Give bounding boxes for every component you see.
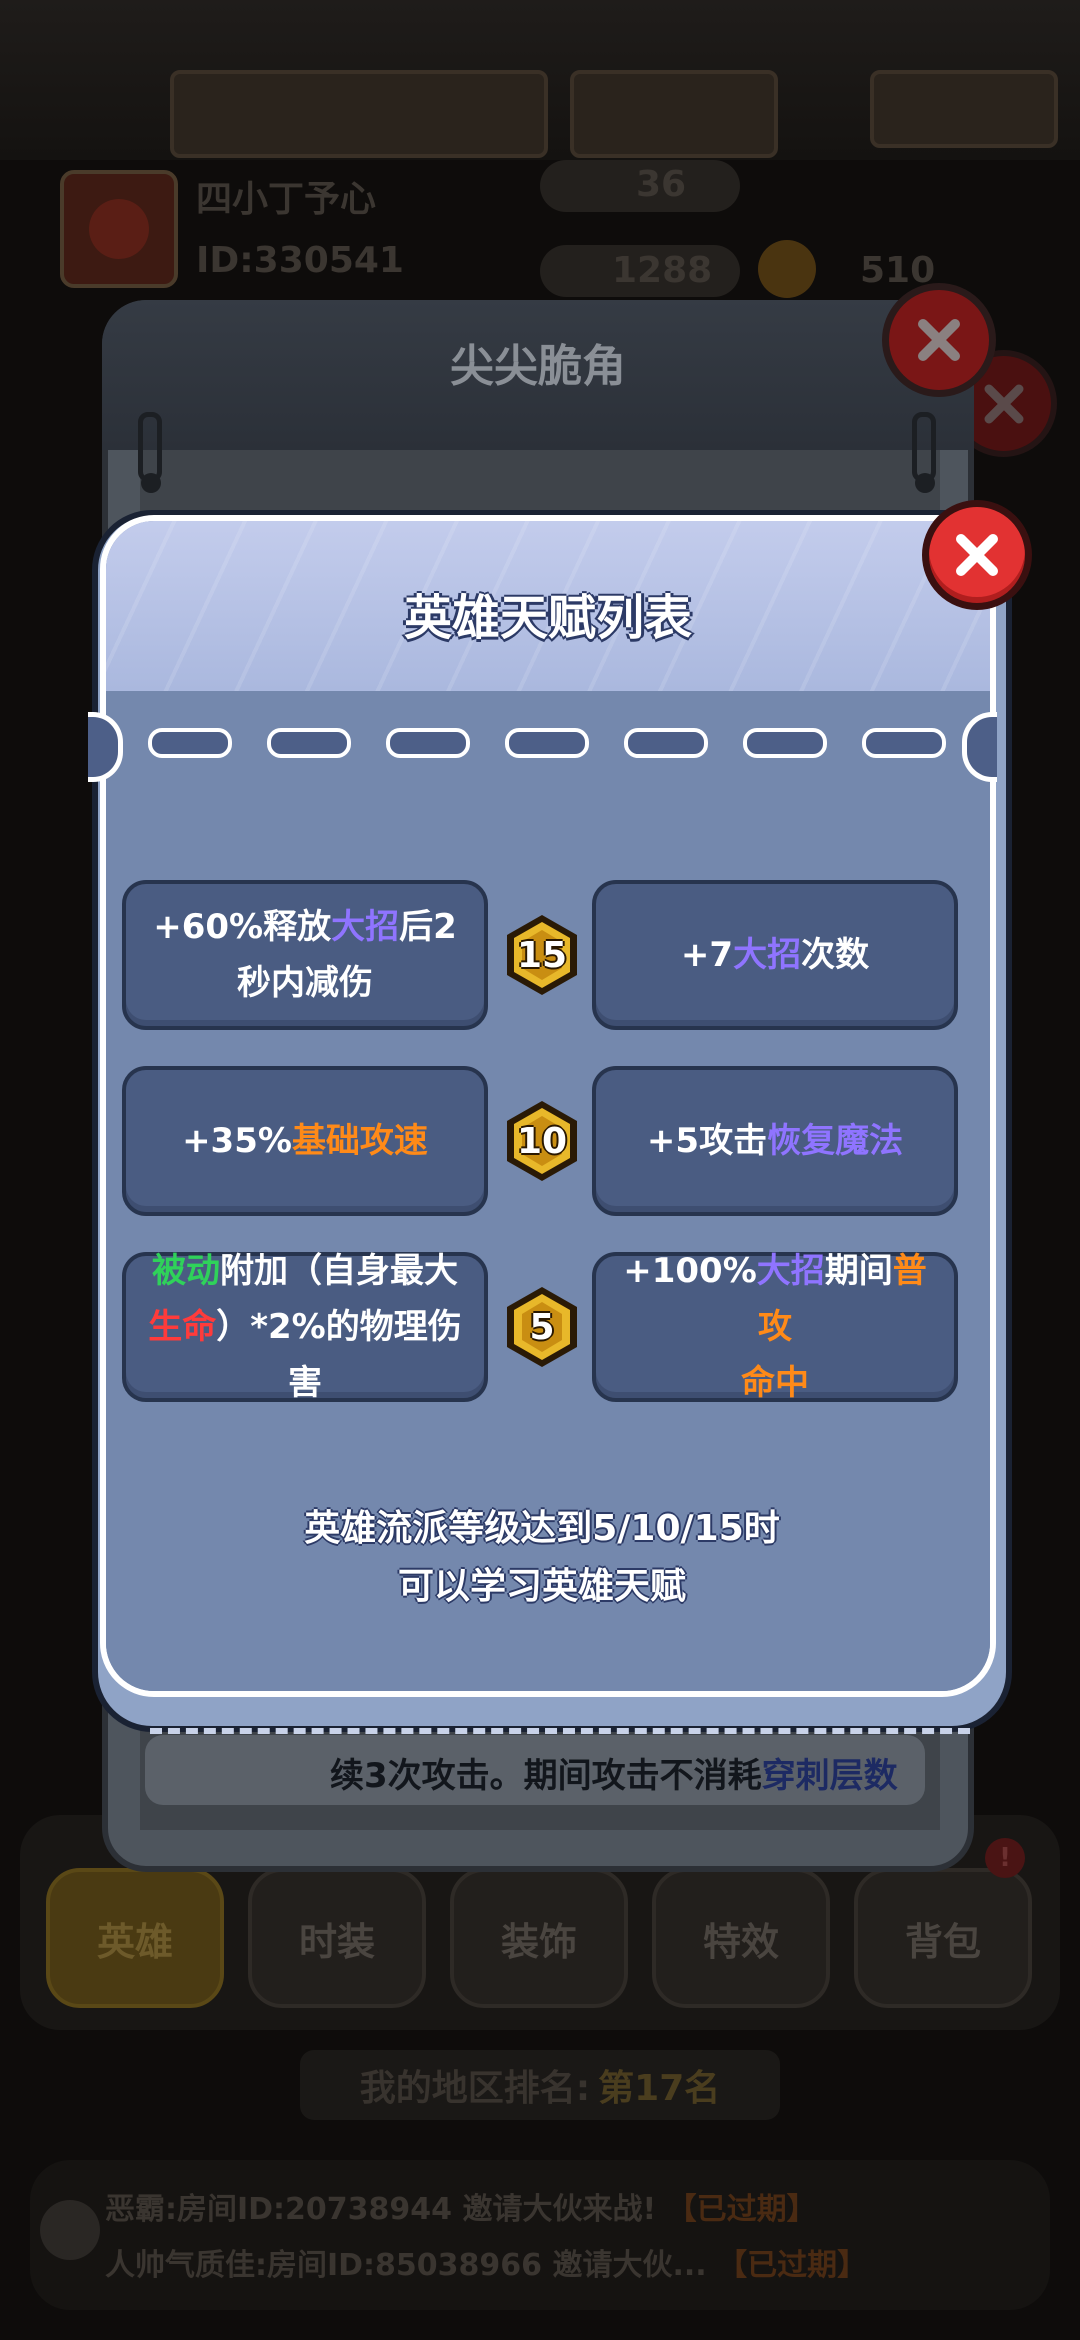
region-rank: 我的地区排名: 第17名 xyxy=(300,2050,780,2120)
skill-detail-title: 尖尖脆角 xyxy=(450,341,626,392)
stitch-decoration xyxy=(148,728,232,758)
level-badge-label: 15 xyxy=(516,934,568,976)
stitch-decoration xyxy=(624,728,708,758)
stitch-decoration xyxy=(862,728,946,758)
talent-text: +5攻击恢复魔法 xyxy=(646,1121,904,1161)
stitch-decoration xyxy=(386,728,470,758)
chat-message: 恶霸:房间ID:20738944 邀请大伙来战! 【已过期】 xyxy=(105,2184,817,2228)
level-value: 36 xyxy=(636,164,687,205)
skill-snippet-text: 续3次攻击。期间攻击不消耗 xyxy=(330,1756,762,1796)
talent-modal-close-button[interactable] xyxy=(922,500,1032,610)
talent-text: +7大招次数 xyxy=(680,935,870,975)
chat-message-status: 【已过期】 xyxy=(666,2192,817,2227)
gem-count: 1288 xyxy=(612,250,713,291)
chat-message-text: 恶霸:房间ID:20738944 邀请大伙来战! xyxy=(105,2192,657,2227)
ring-icon xyxy=(138,412,162,493)
ring-icon xyxy=(912,412,936,493)
tab-decoration[interactable]: 装饰 xyxy=(450,1868,628,2008)
rank-sign xyxy=(570,70,778,158)
event-sign xyxy=(170,70,548,158)
chat-message-text: 人帅气质佳:房间ID:85038966 邀请大伙... xyxy=(105,2248,707,2283)
skill-detail-close-button[interactable] xyxy=(882,283,996,397)
talent-option-5-left[interactable]: 被动附加（自身最大 生命）*2%的物理伤 害 xyxy=(122,1251,488,1403)
talent-modal-title: 英雄天赋列表 xyxy=(403,590,692,646)
level-badge-15: 15 xyxy=(504,912,580,998)
skill-detail-snippet: 续3次攻击。期间攻击不消耗穿刺层数 xyxy=(330,1748,898,1797)
tab-fashion[interactable]: 时装 xyxy=(248,1868,426,2008)
close-icon xyxy=(956,534,998,576)
talent-option-15-left[interactable]: +60%释放大招后2 秒内减伤 xyxy=(122,880,488,1030)
talent-text: 被动附加（自身最大 生命）*2%的物理伤 害 xyxy=(148,1251,462,1403)
tab-effects[interactable]: 特效 xyxy=(652,1868,830,2008)
skill-snippet-keyword: 穿刺层数 xyxy=(761,1756,898,1796)
level-badge-10: 10 xyxy=(504,1098,580,1184)
tab-backpack[interactable]: 背包 xyxy=(854,1868,1032,2008)
talent-option-10-right[interactable]: +5攻击恢复魔法 xyxy=(592,1066,958,1216)
stitch-decoration xyxy=(267,728,351,758)
level-badge-label: 5 xyxy=(529,1306,555,1348)
description-line-1: 英雄流派等级达到5/10/15时 xyxy=(304,1508,780,1549)
chat-panel[interactable] xyxy=(30,2160,1050,2310)
player-name: 四小丁予心 xyxy=(196,179,377,220)
tab-hero[interactable]: 英雄 xyxy=(46,1868,224,2008)
talent-option-10-left[interactable]: +35%基础攻速 xyxy=(122,1066,488,1216)
talent-text: +100%大招期间普攻 命中 xyxy=(623,1251,927,1403)
description-line-2: 可以学习英雄天赋 xyxy=(397,1566,686,1607)
chat-message: 人帅气质佳:房间ID:85038966 邀请大伙... 【已过期】 xyxy=(105,2240,867,2284)
stitch-decoration xyxy=(505,728,589,758)
close-icon xyxy=(918,319,960,361)
talent-text: +60%释放大招后2 秒内减伤 xyxy=(153,907,457,1003)
coin-icon xyxy=(758,240,816,298)
chat-message-status: 【已过期】 xyxy=(717,2248,868,2283)
talent-text: +35%基础攻速 xyxy=(182,1121,428,1161)
talent-option-5-right[interactable]: +100%大招期间普攻 命中 xyxy=(592,1251,958,1403)
region-rank-value: 第17名 xyxy=(598,2068,721,2109)
talent-option-15-right[interactable]: +7大招次数 xyxy=(592,880,958,1030)
chat-bubble-icon[interactable] xyxy=(40,2200,100,2260)
talent-unlock-description: 英雄流派等级达到5/10/15时 可以学习英雄天赋 xyxy=(100,1500,984,1616)
close-icon xyxy=(984,384,1023,423)
player-id: ID:330541 xyxy=(196,240,404,281)
player-avatar xyxy=(60,170,178,288)
region-rank-label: 我的地区排名: xyxy=(359,2068,591,2109)
stitch-decoration xyxy=(743,728,827,758)
notification-badge: ! xyxy=(985,1838,1025,1878)
level-badge-label: 10 xyxy=(516,1120,568,1162)
level-badge-5: 5 xyxy=(504,1284,580,1370)
bottom-dashed-divider xyxy=(150,1728,970,1734)
rank-sign-2 xyxy=(870,70,1058,148)
